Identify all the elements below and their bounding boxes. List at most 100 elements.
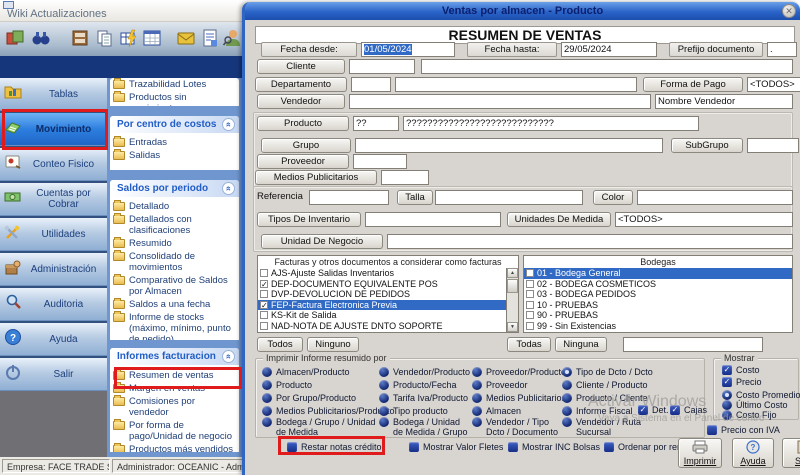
panel-item-saldos-a-una-fecha[interactable]: Saldos a una fecha	[110, 298, 239, 311]
panel-item-salidas[interactable]: Salidas	[110, 149, 239, 162]
radio-icon[interactable]	[722, 410, 732, 420]
referencia-input[interactable]	[309, 190, 389, 205]
radio-vendedor-ruta-sucursal[interactable]: Vendedor / Ruta Sucursal	[562, 417, 662, 437]
vendedor-nombre-input[interactable]: Nombre Vendedor	[655, 94, 793, 109]
medios-publicitarios-input[interactable]	[381, 170, 429, 185]
radio-icon[interactable]	[379, 380, 389, 390]
table-lightning-icon[interactable]	[119, 28, 139, 48]
checkbox-mostrar-valor-fletes[interactable]: Mostrar Valor Fletes	[409, 442, 503, 452]
checkbox-icon[interactable]	[508, 442, 518, 452]
list-item-bodega-02[interactable]: 02 - BODEGA COSMETICOS	[524, 279, 792, 290]
radio-tarifa-iva-producto[interactable]: Tarifa Iva/Producto	[379, 393, 468, 403]
dialog-title-bar[interactable]: Ventas por almacen - Producto	[245, 2, 800, 20]
mail-icon[interactable]	[176, 28, 196, 48]
radio-bodega-unidad-grupo[interactable]: Bodega / Unidad de Medida / Grupo	[379, 417, 471, 437]
panel-item-detallados-clasificaciones[interactable]: Detallados con clasificaciones	[110, 213, 239, 237]
user-search-icon[interactable]	[222, 28, 242, 48]
panel-item-trazabilidad-lotes[interactable]: Trazabilidad Lotes	[110, 78, 239, 91]
list-item-dep[interactable]: DEP-DOCUMENTO EQUIVALENTE POS	[258, 279, 518, 290]
list-item-dvp[interactable]: DVP-DEVOLUCION DE PEDIDOS	[258, 289, 518, 300]
list-item-bodega-99[interactable]: 99 - Sin Existencias	[524, 321, 792, 332]
radio-icon[interactable]	[562, 367, 572, 377]
radio-tipo-producto[interactable]: Tipo producto	[379, 406, 448, 416]
sidebar-item-ayuda[interactable]: ? Ayuda	[0, 323, 107, 356]
checkbox-icon[interactable]	[526, 311, 534, 319]
radio-ultimo-costo[interactable]: Último Costo	[722, 400, 788, 410]
tipos-de-inventario-button[interactable]: Tipos De Inventario	[257, 212, 361, 227]
checkbox-precio-con-iva[interactable]: Precio con IVA	[707, 425, 780, 435]
sidebar-item-conteo-fisico[interactable]: Conteo Fisico	[0, 148, 107, 181]
producto-button[interactable]: Producto	[257, 116, 349, 131]
checkbox-mostrar-inc-bolsas[interactable]: Mostrar INC Bolsas	[508, 442, 600, 452]
bodegas-filtro-input[interactable]	[623, 337, 763, 352]
radio-icon[interactable]	[379, 367, 389, 377]
vendedor-codigo-input[interactable]	[349, 94, 651, 109]
checkbox-icon[interactable]	[526, 280, 534, 288]
radio-icon[interactable]	[562, 417, 572, 427]
radio-medios-publicitarios-producto[interactable]: Medios Publicitarios/Producto	[262, 406, 395, 416]
list-item-bodega-01[interactable]: 01 - Bodega General	[524, 268, 792, 279]
checkbox-icon[interactable]	[638, 405, 648, 415]
proveedor-input[interactable]	[353, 154, 407, 169]
facturas-scrollbar[interactable]: ▲ ▼	[506, 268, 518, 332]
radio-tipo-de-dcto-dcto[interactable]: Tipo de Dcto / Dcto	[562, 367, 653, 377]
radio-icon[interactable]	[472, 380, 482, 390]
color-button[interactable]: Color	[593, 190, 633, 205]
radio-almacen[interactable]: Almacen	[472, 406, 521, 416]
scroll-thumb[interactable]	[507, 279, 518, 293]
panel-item-consolidado-movimientos[interactable]: Consolidado de movimientos	[110, 250, 239, 274]
radio-icon[interactable]	[262, 367, 272, 377]
list-item-bodega-10[interactable]: 10 - PRUEBAS	[524, 300, 792, 311]
radio-icon[interactable]	[472, 393, 482, 403]
report-icon[interactable]	[200, 28, 220, 48]
checkbox-icon[interactable]	[526, 269, 534, 277]
grupo-button[interactable]: Grupo	[261, 138, 351, 153]
salir-button[interactable]: x Salir	[782, 438, 800, 468]
forma-de-pago-input[interactable]: <TODOS>	[747, 77, 800, 92]
scroll-up-icon[interactable]: ▲	[507, 268, 518, 278]
checkbox-icon[interactable]	[604, 442, 614, 452]
list-item-bodega-90[interactable]: 90 - PRUEBAS	[524, 310, 792, 321]
radio-icon[interactable]	[472, 417, 482, 427]
radio-icon[interactable]	[262, 406, 272, 416]
checkbox-icon[interactable]	[260, 290, 268, 298]
prefijo-documento-input[interactable]: .	[767, 42, 797, 57]
radio-vendedor-tipo-dcto[interactable]: Vendedor / Tipo Dcto / Documento	[472, 417, 560, 437]
radio-cliente-producto[interactable]: Cliente / Producto	[562, 380, 648, 390]
section-header-por-centro-de-costos[interactable]: Por centro de costos«	[110, 116, 239, 133]
checkbox-icon[interactable]	[526, 301, 534, 309]
collapse-chevron-icon[interactable]: «	[222, 182, 235, 195]
checkbox-icon[interactable]	[409, 442, 419, 452]
todas-button[interactable]: Todas	[507, 337, 551, 352]
checkbox-costo[interactable]: Costo	[722, 365, 760, 375]
checkbox-det[interactable]: Det.	[638, 405, 669, 415]
list-item-nad[interactable]: NAD-NOTA DE AJUSTE DNTO SOPORTE	[258, 321, 518, 332]
radio-icon[interactable]	[262, 380, 272, 390]
checkbox-icon[interactable]	[260, 311, 268, 319]
panel-item-informe-stocks[interactable]: Informe de stocks (máximo, mínimo, punto…	[110, 311, 239, 340]
radio-producto-cliente[interactable]: Producto / Cliente	[562, 393, 648, 403]
radio-costo-promedio[interactable]: Costo Promedio	[722, 390, 800, 400]
scroll-down-icon[interactable]: ▼	[507, 322, 518, 332]
radio-icon[interactable]	[472, 367, 482, 377]
producto-descripcion-input[interactable]: ????????????????????????????	[403, 116, 699, 131]
unidad-de-negocio-input[interactable]	[387, 234, 793, 249]
fecha-desde-input[interactable]: 01/05/2024	[361, 42, 455, 57]
tipos-de-inventario-input[interactable]	[365, 212, 501, 227]
panel-item-por-forma-de-pago[interactable]: Por forma de pago/Unidad de negocio	[110, 419, 239, 443]
ayuda-button[interactable]: ? Ayuda	[732, 438, 774, 468]
subgrupo-input[interactable]	[747, 138, 799, 153]
panel-item-productos-mas-vendidos[interactable]: Productos más vendidos	[110, 443, 239, 452]
sidebar-item-tablas[interactable]: Tablas	[0, 78, 107, 111]
sidebar-item-utilidades[interactable]: Utilidades	[0, 218, 107, 251]
radio-proveedor-producto[interactable]: Proveedor/Producto	[472, 367, 566, 377]
producto-codigo-input[interactable]: ??	[353, 116, 399, 131]
sidebar-item-salir[interactable]: Salir	[0, 358, 107, 391]
radio-vendedor-producto[interactable]: Vendedor/Producto	[379, 367, 470, 377]
radio-informe-fiscal[interactable]: Informe Fiscal	[562, 406, 633, 416]
radio-costo-fijo[interactable]: Costo Fijo	[722, 410, 777, 420]
collapse-chevron-icon[interactable]: «	[222, 118, 235, 131]
archive-icon[interactable]	[70, 28, 90, 48]
section-header-informes-facturacion[interactable]: Informes facturacion«	[110, 348, 239, 365]
radio-por-grupo-producto[interactable]: Por Grupo/Producto	[262, 393, 356, 403]
